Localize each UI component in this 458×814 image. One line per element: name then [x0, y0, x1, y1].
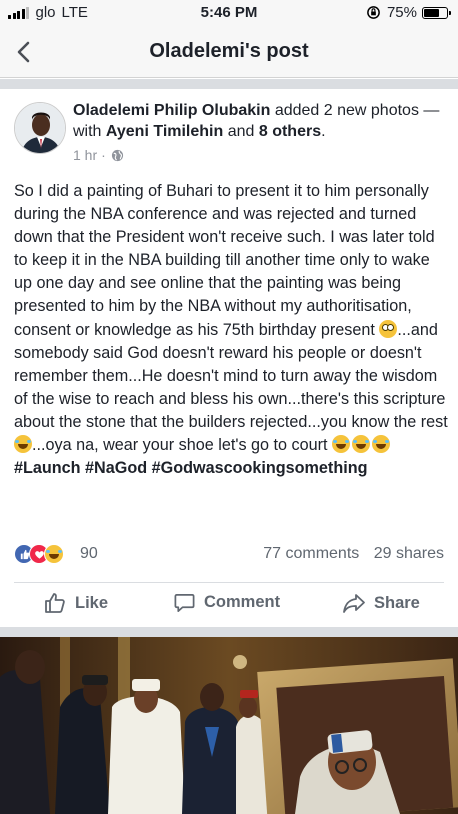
rotation-lock-icon — [367, 6, 380, 19]
tears-of-joy-icon — [14, 435, 32, 454]
separator-strip — [0, 79, 458, 89]
post-meta: 1 hr · — [73, 147, 124, 163]
haha-reaction-icon — [44, 544, 64, 564]
hashtags[interactable]: #Launch #NaGod #Godwascookingsomething — [14, 459, 367, 477]
share-button[interactable]: Share — [342, 591, 420, 615]
separator-strip — [0, 627, 458, 637]
tears-of-joy-icon — [372, 435, 391, 454]
battery-fill — [424, 8, 439, 17]
reactions-bar[interactable]: 90 77 comments 29 shares — [14, 543, 444, 567]
photo-image — [0, 637, 458, 814]
avatar-image — [15, 103, 65, 153]
tears-of-joy-icon — [332, 435, 351, 454]
post-text-1: So I did a painting of Buhari to present… — [14, 182, 435, 339]
and-text: and — [223, 123, 259, 140]
share-label: Share — [374, 593, 420, 612]
status-right: 75% — [366, 4, 451, 21]
share-arrow-icon — [343, 594, 365, 613]
comment-button[interactable]: Comment — [173, 591, 280, 614]
post-photo[interactable] — [0, 637, 458, 814]
thumbs-up-icon — [45, 593, 65, 613]
author-line: Oladelemi Philip Olubakin added 2 new ph… — [73, 100, 443, 142]
like-label: Like — [75, 593, 109, 612]
reaction-count: 90 — [80, 545, 98, 562]
status-bar: glo LTE 5:46 PM 75% — [0, 0, 458, 26]
page-title: Oladelemi's post — [149, 40, 309, 62]
avatar[interactable] — [14, 102, 66, 154]
comments-shares[interactable]: 77 comments 29 shares — [263, 545, 444, 563]
post-body: So I did a painting of Buhari to present… — [14, 180, 450, 480]
reaction-icons — [14, 544, 64, 564]
divider — [14, 582, 444, 583]
author-name[interactable]: Oladelemi Philip Olubakin — [73, 102, 270, 119]
end-text: . — [321, 123, 326, 140]
like-button[interactable]: Like — [43, 591, 108, 615]
post-time[interactable]: 1 hr — [73, 147, 97, 163]
comment-count[interactable]: 77 comments — [263, 545, 359, 562]
tagged-others[interactable]: 8 others — [259, 123, 321, 140]
tagged-person[interactable]: Ayeni Timilehin — [106, 123, 223, 140]
globe-icon — [111, 149, 123, 161]
action-bar: Like Comment Share — [0, 585, 458, 623]
post-text-3: ...oya na, wear your shoe let's go to co… — [32, 436, 333, 455]
tears-of-joy-icon — [352, 435, 371, 454]
comment-icon — [174, 593, 195, 612]
post-header: Oladelemi Philip Olubakin added 2 new ph… — [14, 100, 454, 170]
nav-bar: Oladelemi's post — [0, 26, 458, 78]
flushed-face-icon — [379, 319, 398, 338]
battery-icon — [422, 6, 451, 19]
battery-percent: 75% — [386, 4, 417, 21]
comment-label: Comment — [204, 593, 281, 611]
meta-dot: · — [101, 147, 106, 163]
share-count[interactable]: 29 shares — [374, 545, 444, 562]
